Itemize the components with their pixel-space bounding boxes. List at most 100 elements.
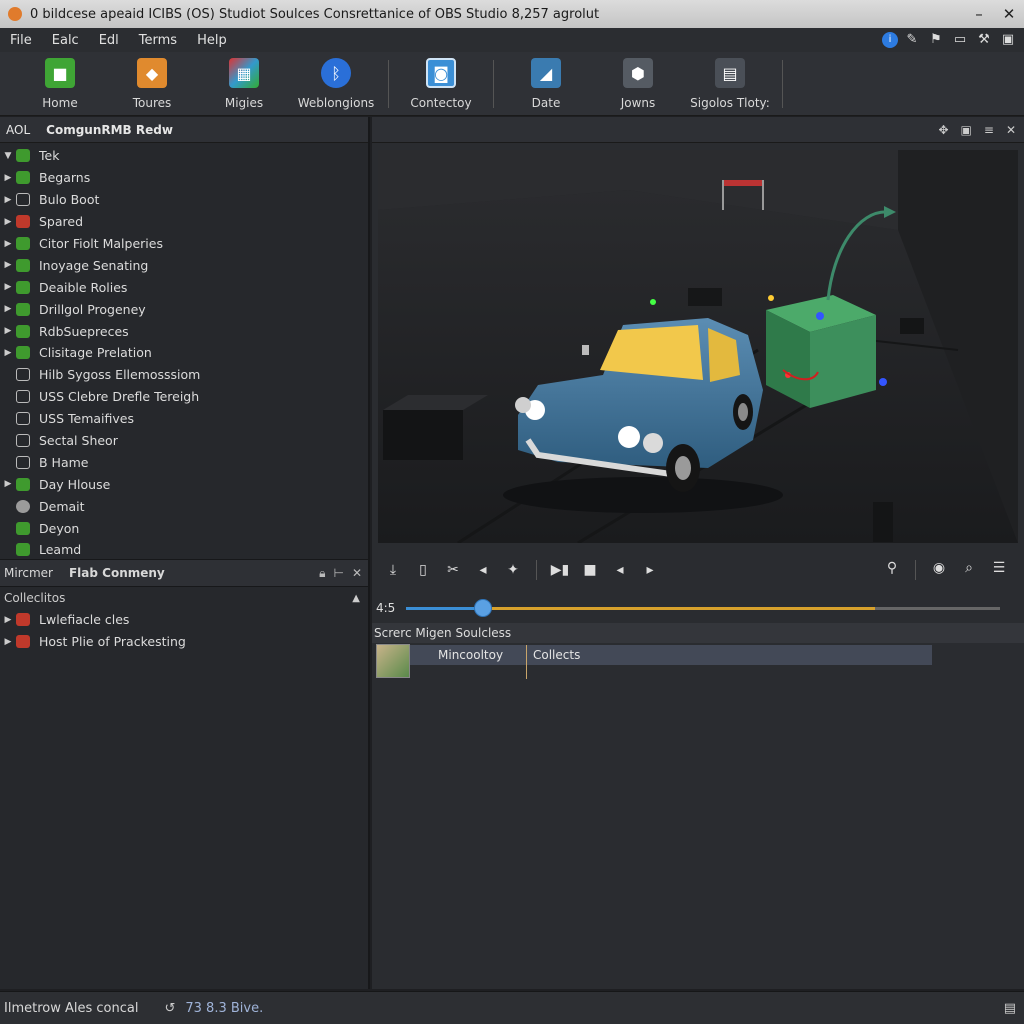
expand-arrow-icon[interactable]: ▶ (0, 637, 16, 647)
menu-terms[interactable]: Terms (129, 33, 187, 48)
toolbar-home-button[interactable]: ■ Home (14, 52, 106, 110)
flag-icon[interactable]: ⚑ (926, 31, 946, 49)
collections-header[interactable]: Colleclitos ▲ (0, 587, 368, 609)
toolbar-label: Toures (132, 96, 172, 110)
tree-node-label: Inoyage Senating (39, 257, 149, 273)
tree-node[interactable]: ▶ Spared (0, 211, 368, 233)
speaker-icon[interactable]: ◂ (468, 562, 498, 578)
node-icon (16, 324, 30, 338)
tree-node[interactable]: ▶ Clisitage Prelation (0, 342, 368, 364)
camera-icon[interactable]: ◉ (924, 560, 954, 580)
menu-help[interactable]: Help (187, 33, 237, 48)
toolbar-sigolos-button[interactable]: ▤ Sigolos Tloty: (684, 52, 776, 110)
minimize-button[interactable]: – (964, 5, 994, 23)
expand-arrow-icon[interactable]: ▶ (0, 260, 16, 270)
timeline-track[interactable] (406, 598, 1000, 617)
tree-node[interactable]: ▼ Tek (0, 145, 368, 167)
lock-icon[interactable]: 🔒︎ (319, 566, 325, 581)
collection-icon (16, 613, 30, 627)
settings-icon[interactable]: ✦ (498, 562, 528, 578)
menu-edl[interactable]: Edl (89, 33, 129, 48)
toolbar-toures-button[interactable]: ◆ Toures (106, 52, 198, 110)
chat-icon[interactable]: ▭ (950, 31, 970, 49)
pen-icon[interactable]: ✎ (902, 31, 922, 49)
expand-arrow-icon[interactable]: ▶ (0, 304, 16, 314)
timeline-scrubber[interactable] (474, 598, 493, 617)
tree-node[interactable]: Hilb Sygoss Ellemosssiom (0, 364, 368, 386)
log-icon[interactable]: ▤ (1004, 1001, 1016, 1016)
cut-icon[interactable]: ✂ (438, 562, 468, 578)
list-icon[interactable]: ☰ (984, 560, 1014, 580)
toolbar-migies-button[interactable]: ▦ Migies (198, 52, 290, 110)
node-icon (16, 258, 30, 272)
download-icon[interactable]: ⤓ (378, 562, 408, 578)
scene-preview-viewport[interactable] (378, 150, 1018, 543)
toolbar-weblongions-button[interactable]: ᛒ Weblongions (290, 52, 382, 110)
expand-arrow-icon[interactable]: ▶ (0, 195, 16, 205)
scene-tree-header: AOL ComgunRMB Redw (0, 117, 368, 143)
tree-node[interactable]: ▶ Inoyage Senating (0, 254, 368, 276)
source-name: Mincooltoy (438, 648, 504, 662)
node-icon (16, 346, 30, 360)
tree-node[interactable]: USS Clebre Drefle Tereigh (0, 386, 368, 408)
tree-node[interactable]: ▶ Bulo Boot (0, 189, 368, 211)
toolbar-jowns-button[interactable]: ⬢ Jowns (592, 52, 684, 110)
mixer-panel-header: Mircmer Flab Conmeny 🔒︎ ⊢ ✕ (0, 559, 368, 587)
toolbar-separator (493, 60, 494, 108)
collapse-up-icon[interactable]: ▲ (352, 593, 368, 604)
refresh-icon[interactable]: ↺ (164, 1001, 175, 1016)
tree-node[interactable]: ▶ Begarns (0, 167, 368, 189)
search-icon[interactable]: ⌕ (954, 560, 984, 580)
expand-arrow-icon[interactable]: ▶ (0, 348, 16, 358)
expand-arrow-icon[interactable]: ▶ (0, 615, 16, 625)
tools-icon[interactable]: ⚒ (974, 31, 994, 49)
mixer-title[interactable]: Flab Conmeny (69, 566, 165, 580)
expand-arrow-icon[interactable]: ▶ (0, 326, 16, 336)
expand-arrow-icon[interactable]: ▶ (0, 282, 16, 292)
tree-node[interactable]: Sectal Sheor (0, 430, 368, 452)
tree-node[interactable]: B Hame (0, 451, 368, 473)
tree-node[interactable]: Leamd (0, 539, 368, 561)
tree-node[interactable]: ▶ Drillgol Progeney (0, 298, 368, 320)
toolbar-contectoy-button[interactable]: ◙ Contectoy (395, 52, 487, 110)
tree-node[interactable]: USS Temaifives (0, 408, 368, 430)
toolbar-label: Contectoy (410, 96, 472, 110)
tree-node[interactable]: ▶ RdbSuepreces (0, 320, 368, 342)
collection-item[interactable]: ▶ Lwlefiacle cles (0, 609, 368, 631)
expand-arrow-icon[interactable]: ▶ (0, 239, 16, 249)
clipboard-icon[interactable]: ▯ (408, 562, 438, 578)
status-text: Ilmetrow Ales concal (4, 1000, 139, 1016)
stop-icon[interactable]: ■ (575, 562, 605, 578)
tree-node[interactable]: ▶ Day Hlouse (0, 473, 368, 495)
node-icon (16, 543, 30, 557)
tree-node[interactable]: ▶ Citor Fiolt Malperies (0, 233, 368, 255)
column-divider[interactable] (526, 645, 527, 679)
source-row[interactable]: Mincooltoy Collects (376, 644, 932, 679)
expand-arrow-icon[interactable]: ▶ (0, 173, 16, 183)
pin-icon[interactable]: ⊢ (333, 566, 343, 581)
close-window-button[interactable]: ✕ (994, 5, 1024, 23)
tree-node[interactable]: Demait (0, 495, 368, 517)
volume-icon[interactable]: ◂ (605, 562, 635, 578)
toolbar-date-button[interactable]: ◢ Date (500, 52, 592, 110)
expand-arrow-icon[interactable]: ▼ (0, 151, 16, 161)
close-panel-icon[interactable]: ✕ (352, 566, 362, 581)
play-pause-icon[interactable]: ▶▮ (545, 562, 575, 578)
sources-header: Screrc Migen Soulcless (372, 623, 1024, 643)
menu-file[interactable]: File (0, 33, 42, 48)
person-icon[interactable]: ⚲ (877, 560, 907, 580)
pin-icon[interactable]: ✥ (938, 123, 948, 137)
tree-node[interactable]: Deyon (0, 517, 368, 539)
menu-icon[interactable]: ≡ (984, 123, 994, 137)
close-icon[interactable]: ✕ (1006, 123, 1016, 137)
next-frame-icon[interactable]: ▸ (635, 562, 665, 578)
float-icon[interactable]: ▣ (961, 123, 972, 137)
expand-arrow-icon[interactable]: ▶ (0, 217, 16, 227)
expand-arrow-icon[interactable]: ▶ (0, 479, 16, 489)
collection-item[interactable]: ▶ Host Plie of Prackesting (0, 631, 368, 653)
mixer-tab[interactable]: Mircmer (4, 566, 53, 580)
tree-node[interactable]: ▶ Deaible Rolies (0, 276, 368, 298)
window-icon[interactable]: ▣ (998, 31, 1018, 49)
menu-ealc[interactable]: Ealc (42, 33, 89, 48)
info-icon[interactable]: i (882, 32, 898, 48)
